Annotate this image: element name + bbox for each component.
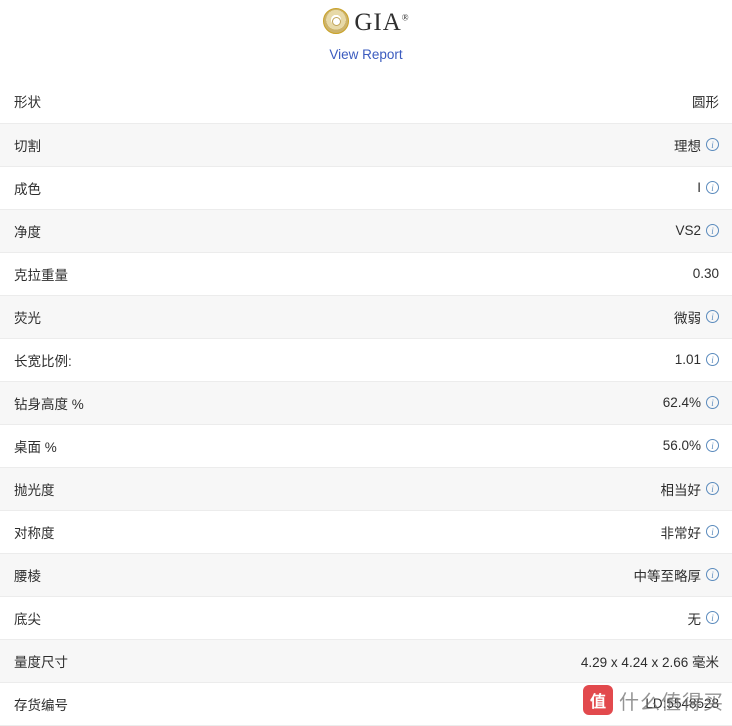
- diamond-spec-page: GIA® View Report 形状 圆形 切割 理想 i 成色 I i 净度…: [0, 0, 732, 726]
- spec-value: 4.29 x 4.24 x 2.66 毫米: [580, 654, 719, 670]
- table-row: 量度尺寸 4.29 x 4.24 x 2.66 毫米: [0, 639, 732, 683]
- spec-value-wrap: 理想 i: [674, 135, 719, 155]
- spec-value-cell: 理想 i: [366, 123, 732, 167]
- view-report-link[interactable]: View Report: [329, 47, 402, 62]
- info-icon[interactable]: i: [706, 396, 719, 409]
- spec-label: 桌面 %: [0, 424, 366, 468]
- spec-value-wrap: 相当好 i: [660, 479, 719, 499]
- spec-value-wrap: 0.30: [693, 266, 719, 281]
- spec-value-cell: 相当好 i: [366, 467, 732, 511]
- spec-label: 成色: [0, 166, 366, 210]
- spec-value-wrap: 56.0% i: [663, 438, 719, 453]
- spec-label: 长宽比例:: [0, 338, 366, 382]
- spec-value-cell: 1.01 i: [366, 338, 732, 382]
- info-icon[interactable]: i: [706, 181, 719, 194]
- spec-value: 1.01: [674, 352, 701, 367]
- spec-label: 克拉重量: [0, 252, 366, 296]
- info-icon[interactable]: i: [706, 138, 719, 151]
- spec-value: I: [697, 180, 701, 195]
- spec-value-cell: 4.29 x 4.24 x 2.66 毫米: [366, 639, 732, 683]
- table-row: 克拉重量 0.30: [0, 252, 732, 296]
- info-icon[interactable]: i: [706, 568, 719, 581]
- table-row: 荧光 微弱 i: [0, 295, 732, 339]
- spec-value-cell: 无 i: [366, 596, 732, 640]
- spec-value-wrap: 微弱 i: [674, 307, 719, 327]
- spec-value-wrap: 圆形: [692, 91, 719, 111]
- gia-wordmark: GIA®: [354, 10, 408, 35]
- spec-value: 相当好: [660, 482, 702, 498]
- spec-value-wrap: 无 i: [687, 608, 719, 628]
- spec-value-cell: 中等至略厚 i: [366, 553, 732, 597]
- spec-label: 腰棱: [0, 553, 366, 597]
- gia-wordmark-text: GIA: [354, 8, 402, 36]
- gia-registered-mark: ®: [401, 12, 409, 23]
- spec-value-cell: 非常好 i: [366, 510, 732, 554]
- spec-value: LD:5548528: [645, 696, 719, 711]
- table-row: 桌面 % 56.0% i: [0, 424, 732, 468]
- spec-label: 荧光: [0, 295, 366, 339]
- spec-value: 微弱: [674, 310, 701, 326]
- spec-value-wrap: VS2 i: [675, 223, 719, 238]
- spec-value-cell: 62.4% i: [366, 381, 732, 425]
- spec-value-wrap: 4.29 x 4.24 x 2.66 毫米: [581, 651, 719, 671]
- spec-value-wrap: LD:5548528: [645, 696, 719, 711]
- info-icon[interactable]: i: [706, 525, 719, 538]
- spec-value: VS2: [675, 223, 701, 238]
- spec-label: 抛光度: [0, 467, 366, 511]
- spec-table-body: 形状 圆形 切割 理想 i 成色 I i 净度 VS2 i 克拉重量 0.30 …: [0, 80, 732, 726]
- spec-value: 理想: [674, 138, 701, 154]
- spec-label: 切割: [0, 123, 366, 167]
- info-icon[interactable]: i: [706, 224, 719, 237]
- table-row: 底尖 无 i: [0, 596, 732, 640]
- table-row: 对称度 非常好 i: [0, 510, 732, 554]
- gia-header: GIA® View Report: [0, 0, 732, 64]
- spec-label: 形状: [0, 80, 366, 124]
- spec-value-cell: VS2 i: [366, 209, 732, 253]
- table-row: 成色 I i: [0, 166, 732, 210]
- spec-label: 钻身高度 %: [0, 381, 366, 425]
- spec-value: 56.0%: [662, 438, 701, 453]
- spec-label: 净度: [0, 209, 366, 253]
- spec-value: 62.4%: [662, 395, 701, 410]
- spec-value-wrap: I i: [697, 180, 719, 195]
- spec-value-cell: 圆形: [366, 80, 732, 124]
- info-icon[interactable]: i: [706, 353, 719, 366]
- spec-value: 圆形: [692, 95, 719, 111]
- spec-value-cell: 0.30: [366, 252, 732, 296]
- table-row: 形状 圆形: [0, 80, 732, 124]
- table-row: 长宽比例: 1.01 i: [0, 338, 732, 382]
- info-icon[interactable]: i: [706, 611, 719, 624]
- info-icon[interactable]: i: [706, 482, 719, 495]
- spec-value: 非常好: [660, 525, 702, 541]
- spec-value: 0.30: [692, 266, 719, 281]
- spec-label: 底尖: [0, 596, 366, 640]
- spec-label: 量度尺寸: [0, 639, 366, 683]
- diamond-spec-table: 形状 圆形 切割 理想 i 成色 I i 净度 VS2 i 克拉重量 0.30 …: [0, 80, 732, 726]
- spec-value-cell: I i: [366, 166, 732, 210]
- table-row: 腰棱 中等至略厚 i: [0, 553, 732, 597]
- table-row: 抛光度 相当好 i: [0, 467, 732, 511]
- gia-seal-icon: [323, 8, 350, 34]
- table-row: 切割 理想 i: [0, 123, 732, 167]
- table-row: 钻身高度 % 62.4% i: [0, 381, 732, 425]
- spec-value-wrap: 62.4% i: [663, 395, 719, 410]
- spec-value-wrap: 1.01 i: [675, 352, 719, 367]
- spec-value-wrap: 中等至略厚 i: [633, 565, 719, 585]
- info-icon[interactable]: i: [706, 439, 719, 452]
- spec-value-cell: 56.0% i: [366, 424, 732, 468]
- spec-value: 中等至略厚: [633, 568, 702, 584]
- spec-value-cell: 微弱 i: [366, 295, 732, 339]
- gia-logo: GIA®: [323, 4, 409, 38]
- spec-value-wrap: 非常好 i: [660, 522, 719, 542]
- spec-value: 无: [687, 611, 702, 627]
- info-icon[interactable]: i: [706, 310, 719, 323]
- spec-label: 对称度: [0, 510, 366, 554]
- table-row: 净度 VS2 i: [0, 209, 732, 253]
